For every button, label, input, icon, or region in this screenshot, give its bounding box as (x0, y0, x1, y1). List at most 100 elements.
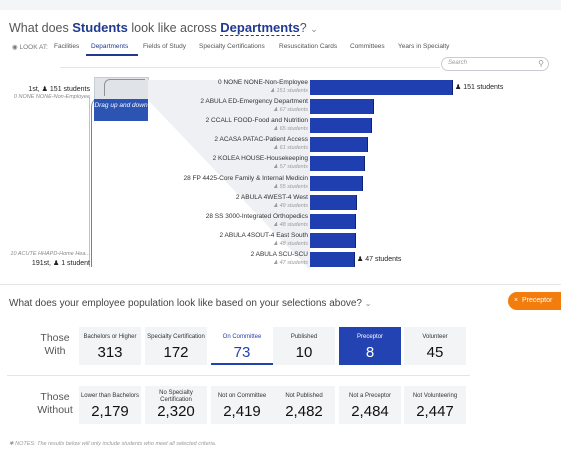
with-stat-card[interactable]: Preceptor 8 (339, 327, 401, 365)
bar-label: 2 ABULA ED-Emergency Department (200, 98, 308, 106)
stat-value: 10 (295, 344, 313, 361)
without-stat-card[interactable]: Not on Committee 2,419 (211, 386, 273, 424)
bar-count-label: ♟ 65 students (273, 126, 308, 133)
bar-label: 2 ACASA PATAC-Patient Access (214, 136, 308, 144)
chevron-down-icon: ⌄ (364, 299, 372, 308)
overview-track (89, 97, 90, 267)
last-rank-label: 191st, ♟ 1 student (31, 260, 90, 267)
tab-departments[interactable]: Departments (91, 43, 128, 50)
chevron-down-icon[interactable]: ⌄ (310, 24, 318, 34)
bar-label: 2 CCALL FOOD-Food and Nutrition (205, 117, 308, 125)
bar-end-label: ♟ 151 students (455, 84, 504, 91)
tab-specialty-certifications[interactable]: Specialty Certifications (199, 43, 265, 50)
bar-end-label: ♟ 47 students (357, 255, 402, 263)
overview-curve (91, 97, 102, 267)
bar[interactable] (310, 232, 356, 248)
stat-title: Not on Committee (217, 393, 267, 399)
section-divider (0, 284, 561, 285)
stat-title: Volunteer (422, 334, 448, 340)
question-mid: look like across (131, 21, 217, 35)
person-icon: ♟ (455, 84, 462, 91)
person-icon: ♟ (52, 260, 60, 267)
bar[interactable] (310, 137, 368, 153)
with-stat-card[interactable]: Bachelors or Higher 313 (79, 327, 141, 365)
without-stat-card[interactable]: No Specialty Certification 2,320 (145, 386, 207, 424)
bar[interactable] (310, 213, 356, 229)
tab-years-in-specialty[interactable]: Years in Specialty (398, 43, 449, 50)
question-prefix: What does (9, 21, 69, 35)
without-stat-card[interactable]: Not a Preceptor 2,484 (339, 386, 401, 424)
tab-fields-of-study[interactable]: Fields of Study (143, 43, 186, 50)
bar-count-label: ♟ 67 students (273, 107, 308, 114)
stat-title: Not Published (285, 393, 323, 399)
bar-label: 2 KOLEA HOUSE-Housekeeping (212, 155, 308, 163)
stat-title: On Committee (222, 334, 262, 340)
with-stat-card[interactable]: On Committee 73 (211, 327, 273, 365)
eye-icon: ◉ (12, 44, 18, 51)
subject-selector[interactable]: Students (72, 20, 128, 35)
with-stat-card[interactable]: Specialty Certification 172 (145, 327, 207, 365)
look-at-label: ◉ LOOK AT: (12, 44, 48, 51)
active-tab-underline (86, 54, 138, 56)
stat-title: No Specialty Certification (159, 389, 193, 403)
preceptor-filter-chip[interactable]: × Preceptor (508, 292, 561, 310)
dimension-selector[interactable]: Departments (220, 20, 300, 36)
bar[interactable] (310, 194, 357, 210)
without-stat-card[interactable]: Not Volunteering 2,447 (404, 386, 466, 424)
bar-count-label: ♟ 47 students (273, 259, 308, 266)
bar[interactable] (310, 99, 374, 115)
bar-label: 28 SS 3000-Integrated Orthopedics (205, 212, 308, 220)
stat-value: 2,179 (91, 403, 129, 420)
bar-label: 0 NONE NONE-Non-Employee (218, 79, 308, 86)
row-divider (7, 375, 470, 376)
stat-value: 2,447 (416, 403, 454, 420)
bar-count-label: ♟ 48 students (273, 221, 308, 228)
stat-value: 73 (233, 344, 251, 361)
population-question: What does your employee population look … (9, 298, 372, 309)
stat-title: Lower than Bachelors (80, 393, 140, 399)
bar[interactable] (310, 80, 453, 95)
stat-title: Bachelors or Higher (83, 334, 137, 340)
stat-title: Published (290, 334, 318, 340)
bar[interactable] (310, 251, 355, 267)
bar-count-label: ♟ 57 students (273, 164, 308, 171)
bar[interactable] (310, 175, 363, 191)
tab-committees[interactable]: Committees (350, 43, 385, 50)
without-stat-card[interactable]: Lower than Bachelors 2,179 (79, 386, 141, 424)
stat-title: Preceptor (356, 334, 383, 340)
asterisk-icon: ✱ (9, 441, 14, 447)
notes-text: ✱ NOTES: The results below will only inc… (9, 441, 217, 447)
tab-resuscitation-cards[interactable]: Resuscitation Cards (279, 43, 337, 50)
search-input[interactable]: Search ⚲ (441, 57, 549, 71)
page-question: What does Students look like across Depa… (9, 20, 318, 36)
bar-label: 2 ABULA SCU-SCU (250, 250, 308, 258)
person-icon: ♟ (273, 240, 279, 247)
tab-facilities[interactable]: Facilities (54, 43, 79, 50)
person-icon: ♟ (273, 183, 279, 190)
bar[interactable] (310, 118, 372, 134)
bar-count-label: ♟ 55 students (273, 183, 308, 190)
person-icon: ♟ (270, 88, 275, 94)
question-suffix: ? (299, 21, 307, 35)
with-stat-card[interactable]: Volunteer 45 (404, 327, 466, 365)
stat-value: 2,482 (285, 403, 323, 420)
bar-count-label: ♟ 151 students (270, 88, 308, 94)
stat-value: 172 (163, 344, 189, 361)
without-stat-card[interactable]: Not Published 2,482 (273, 386, 335, 424)
divider (60, 67, 440, 68)
first-rank-label: 1st, ♟ 151 students (28, 86, 90, 93)
stat-title: Not Volunteering (412, 393, 458, 399)
bar[interactable] (310, 156, 365, 172)
last-rank-name: 10 ACUTE HHAPD-Home Hea... (10, 251, 90, 257)
person-icon: ♟ (41, 86, 48, 93)
person-icon: ♟ (273, 221, 279, 228)
person-icon: ♟ (273, 145, 279, 152)
stat-value: 2,419 (223, 403, 261, 420)
bar-label: 2 ABULA 4SOUT-4 East South (219, 231, 308, 239)
with-stat-card[interactable]: Published 10 (273, 327, 335, 365)
stat-title: Specialty Certification (147, 334, 205, 340)
stat-value: 45 (426, 344, 444, 361)
first-rank-name: 0 NONE NONE-Non-Employee (13, 94, 90, 100)
search-placeholder: Search (448, 60, 468, 66)
stat-title: Not a Preceptor (348, 393, 392, 399)
